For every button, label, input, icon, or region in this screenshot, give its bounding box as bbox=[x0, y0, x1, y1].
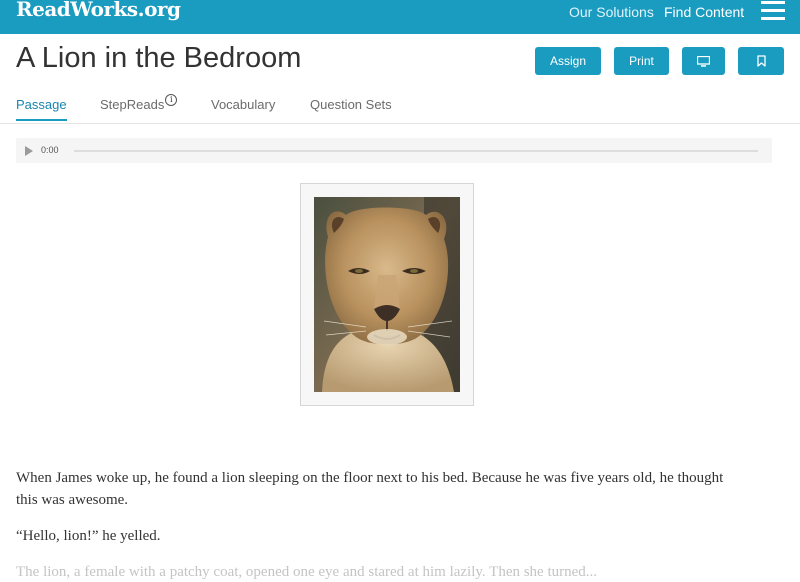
nav-link-find-content[interactable]: Find Content bbox=[664, 4, 744, 20]
tab-passage[interactable]: Passage bbox=[16, 97, 67, 121]
passage-paragraph: The lion, a female with a patchy coat, o… bbox=[16, 564, 598, 580]
content-tabs: Passage StepReads i Vocabulary Question S… bbox=[0, 94, 800, 124]
tab-stepreads[interactable]: StepReads i bbox=[100, 94, 178, 113]
audio-progress-track[interactable] bbox=[74, 150, 758, 152]
audio-player: 0:00 bbox=[16, 138, 772, 163]
tab-question-sets[interactable]: Question Sets bbox=[310, 97, 392, 112]
audio-time: 0:00 bbox=[41, 145, 59, 155]
passage-paragraph: When James woke up, he found a lion slee… bbox=[16, 470, 724, 508]
passage-paragraph: “Hello, lion!” he yelled. bbox=[16, 528, 161, 544]
hamburger-menu-icon[interactable] bbox=[761, 1, 785, 21]
top-navigation-bar: ReadWorks.org Our Solutions Find Content bbox=[0, 0, 800, 34]
play-icon[interactable] bbox=[25, 146, 33, 156]
present-button[interactable] bbox=[682, 47, 725, 75]
tab-vocabulary[interactable]: Vocabulary bbox=[211, 97, 275, 112]
lioness-photo bbox=[314, 197, 460, 392]
readworks-logo[interactable]: ReadWorks.org bbox=[16, 0, 181, 21]
assign-button[interactable]: Assign bbox=[535, 47, 601, 75]
passage-image-frame bbox=[300, 183, 474, 406]
print-button[interactable]: Print bbox=[614, 47, 669, 75]
info-icon[interactable]: i bbox=[165, 94, 178, 106]
nav-link-our-solutions[interactable]: Our Solutions bbox=[569, 4, 654, 20]
page-title: A Lion in the Bedroom bbox=[16, 42, 302, 74]
bookmark-button[interactable] bbox=[738, 47, 784, 75]
bookmark-icon bbox=[756, 55, 766, 67]
tab-stepreads-label: StepReads bbox=[100, 97, 165, 112]
monitor-icon bbox=[697, 55, 710, 67]
